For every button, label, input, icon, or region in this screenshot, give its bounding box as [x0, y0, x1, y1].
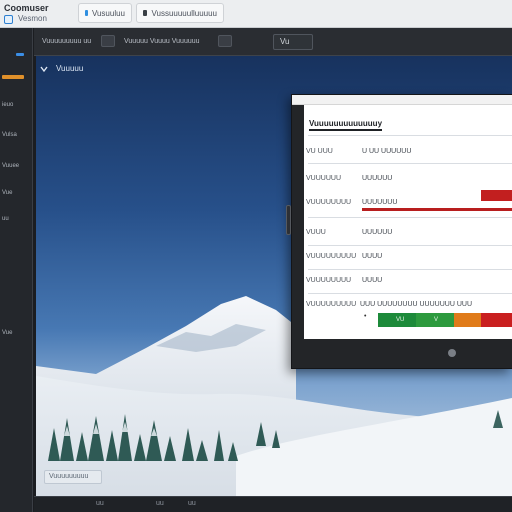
- dialog-divider: [308, 245, 512, 246]
- status-chip-label: Vuuuuuuuuu: [49, 473, 89, 480]
- dialog-row-label-3: VUUUUUUUU: [306, 199, 352, 206]
- toolbar-label-left: Vuuuuuuuuu uu: [42, 38, 92, 45]
- dialog-row-value-3: UUUUUUU: [362, 199, 398, 206]
- status-scale-segment-1: VU: [378, 313, 416, 327]
- toolbar-label-mid: Vuuuuu Vuuuu Vuuuuuu: [124, 38, 200, 45]
- status-scale-segment-2: V: [416, 313, 454, 327]
- chrome-tab-2-label: Vussuuuuulluuuuu: [151, 8, 217, 18]
- status-bar: uu uu uu: [34, 496, 512, 512]
- app-icon: [4, 15, 13, 24]
- sidebar-item-5[interactable]: uu: [2, 216, 9, 222]
- breadcrumb: Vuuuuu: [40, 64, 83, 73]
- status-item-2[interactable]: uu: [156, 500, 164, 507]
- window-chrome: Coomuser Vesmon Vusuuluu Vussuuuuulluuuu…: [0, 0, 512, 28]
- sidebar-progress-accent: [2, 75, 24, 79]
- status-item-3[interactable]: uu: [188, 500, 196, 507]
- dialog-row-value-4: UUUUUU: [362, 229, 393, 236]
- left-sidebar: ieuo Vulsa Vuuee Vue uu Vue: [0, 28, 33, 512]
- breadcrumb-label[interactable]: Vuuuuu: [56, 64, 83, 73]
- app-title-block: Coomuser Vesmon: [4, 1, 70, 25]
- status-scale: VU V: [378, 313, 512, 327]
- dialog-row-value-6: UUUU: [362, 277, 383, 284]
- dialog-row-label-5: VUUUUUUUUU: [306, 253, 357, 260]
- status-scale-segment-4: [481, 313, 512, 327]
- dialog-row-value-1: U UU UUUUUU: [362, 148, 412, 155]
- sidebar-item-4[interactable]: Vue: [2, 190, 12, 196]
- dialog-bullet: •: [364, 313, 367, 320]
- chevron-down-icon[interactable]: [40, 65, 48, 73]
- dialog-heading: Vuuuuuuuuuuuuuy: [309, 119, 383, 131]
- dialog-divider: [308, 163, 512, 164]
- app-subtitle: Vesmon: [18, 14, 47, 23]
- dialog-resize-handle[interactable]: [286, 205, 291, 235]
- chrome-tab-1[interactable]: Vusuuluu: [78, 3, 132, 23]
- dialog-content: Vuuuuuuuuuuuuuy VU UUU U UU UUUUUU VUUUU…: [304, 105, 512, 339]
- alert-bar: [362, 208, 512, 211]
- toolbar-button-2[interactable]: [218, 35, 232, 47]
- tree-line: [48, 414, 280, 461]
- tree-right: [493, 410, 503, 428]
- sidebar-item-1[interactable]: ieuo: [2, 102, 13, 108]
- dialog-row-value-2: UUUUUU: [362, 175, 393, 182]
- sidebar-item-3[interactable]: Vuuee: [2, 163, 19, 169]
- chrome-tab-1-label: Vusuuluu: [91, 8, 125, 18]
- dialog-divider: [308, 135, 512, 136]
- sidebar-item-6[interactable]: Vue: [2, 330, 12, 336]
- dialog-row-value-7: UUU UUUUUUUU UUUUUUU UUU: [360, 301, 472, 308]
- info-dialog: Vuuuuuuuuuuuuuy VU UUU U UU UUUUUU VUUUU…: [286, 94, 512, 369]
- alert-marker: [481, 190, 512, 201]
- dialog-row-label-6: VUUUUUUUU: [306, 277, 352, 284]
- app-title: Coomuser: [4, 3, 49, 13]
- sidebar-item-2[interactable]: Vulsa: [2, 132, 17, 138]
- tab-icon: [85, 10, 88, 16]
- dialog-row-label-7: VUUUUUUUUU: [306, 301, 357, 308]
- toolbar-view-group-label: Vu: [280, 37, 290, 46]
- dialog-divider: [308, 293, 512, 294]
- dialog-row-label-2: VUUUUUU: [306, 175, 341, 182]
- dialog-divider: [308, 269, 512, 270]
- toolbar-view-group[interactable]: Vu: [273, 34, 313, 50]
- status-scale-segment-3: [454, 313, 481, 327]
- status-item-1[interactable]: uu: [96, 500, 104, 507]
- sidebar-active-indicator: [16, 53, 24, 56]
- dialog-row-label-4: VUUU: [306, 229, 326, 236]
- tab-icon: [143, 10, 148, 16]
- chrome-tab-2[interactable]: Vussuuuuulluuuuu: [136, 3, 224, 23]
- dialog-titlebar[interactable]: [292, 95, 512, 105]
- dialog-divider: [308, 217, 512, 218]
- status-chip: Vuuuuuuuuu: [44, 470, 102, 484]
- dialog-row-value-5: UUUU: [362, 253, 383, 260]
- toolbar-button-1[interactable]: [101, 35, 115, 47]
- power-icon[interactable]: [448, 349, 456, 357]
- main-toolbar: Vuuuuuuuuu uu Vuuuuu Vuuuu Vuuuuuu Vu: [34, 28, 512, 56]
- dialog-row-label-1: VU UUU: [306, 148, 333, 155]
